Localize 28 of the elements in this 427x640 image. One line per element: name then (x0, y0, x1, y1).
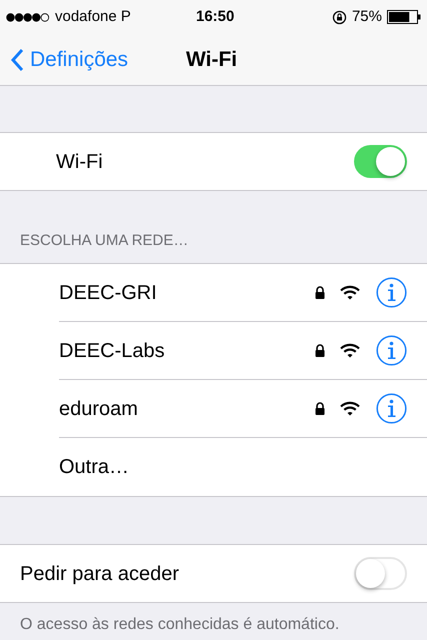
back-button[interactable]: Definições (0, 44, 128, 76)
other-network-item[interactable]: Outra… (59, 452, 130, 482)
battery-percentage: 75% (352, 6, 382, 27)
lock-icon (315, 286, 325, 299)
rotation-lock-icon (332, 10, 347, 24)
row-label: Pedir para aceder (20, 562, 179, 586)
network-name[interactable]: eduroam (59, 394, 138, 424)
row-label: Wi-Fi (56, 150, 103, 174)
info-icon[interactable] (376, 393, 407, 424)
toggle-switch[interactable] (354, 557, 407, 590)
carrier-name: vodafone P (55, 6, 131, 27)
battery-icon (387, 10, 421, 24)
page-title: Wi-Fi (186, 46, 238, 73)
network-name[interactable]: DEEC-Labs (59, 336, 165, 366)
chevron-left-icon (10, 48, 24, 72)
toggle-switch[interactable] (354, 145, 407, 178)
signal-icon (6, 12, 50, 22)
wifi-icon (340, 401, 360, 416)
lock-icon (315, 344, 325, 357)
footer-note: O acesso às redes conhecidas é automático. (19, 615, 340, 635)
clock-time: 16:50 (196, 6, 234, 27)
info-icon[interactable] (376, 277, 407, 308)
network-name[interactable]: DEEC-GRI (59, 278, 157, 308)
info-icon[interactable] (376, 335, 407, 366)
section-header: ESCOLHA UMA REDE… (20, 230, 188, 250)
wifi-icon (340, 343, 360, 358)
lock-icon (315, 402, 325, 415)
wifi-icon (340, 285, 360, 300)
